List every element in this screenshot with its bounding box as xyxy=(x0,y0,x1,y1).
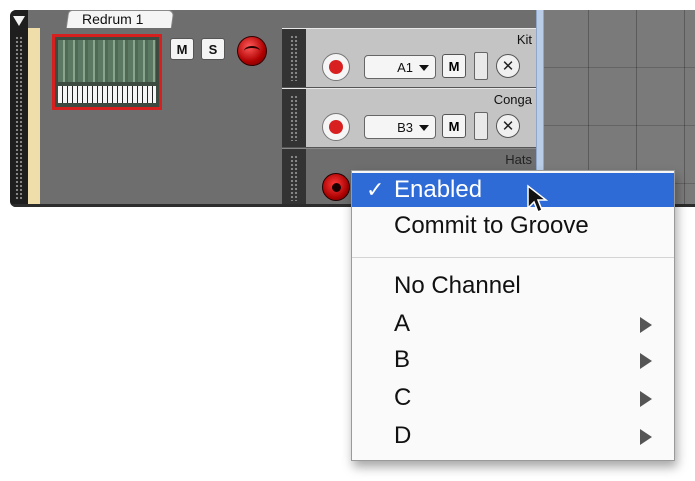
dropdown-arrow-icon xyxy=(419,65,429,71)
channel-slot[interactable] xyxy=(474,112,488,140)
menu-item-enabled[interactable]: ✓ Enabled xyxy=(352,173,674,207)
menu-item-b[interactable]: B xyxy=(352,343,674,377)
menu-item-label: D xyxy=(394,422,412,449)
grip-dots xyxy=(290,155,298,201)
record-icon xyxy=(332,183,341,192)
record-icon xyxy=(329,60,343,74)
menu-separator xyxy=(352,257,674,258)
menu-item-no-channel[interactable]: No Channel xyxy=(352,269,674,303)
note-value: B3 xyxy=(397,120,413,135)
menu-item-label: No Channel xyxy=(394,272,521,299)
menu-item-commit-to-groove[interactable]: Commit to Groove xyxy=(352,209,674,243)
menu-item-a[interactable]: A xyxy=(352,307,674,341)
device-mute-button[interactable]: M xyxy=(170,38,194,60)
drag-grip[interactable] xyxy=(15,36,23,200)
submenu-arrow-icon xyxy=(640,353,652,369)
channel-mute-button[interactable]: M xyxy=(442,114,466,138)
track-name-label: Redrum 1 xyxy=(82,11,144,27)
close-x-icon[interactable]: ✕ xyxy=(496,114,520,138)
submenu-arrow-icon xyxy=(640,391,652,407)
device-solo-button[interactable]: S xyxy=(201,38,225,60)
submenu-arrow-icon xyxy=(640,317,652,333)
channel-name: Kit xyxy=(516,32,532,47)
menu-item-label: Commit to Groove xyxy=(394,212,589,239)
checkmark-icon: ✓ xyxy=(366,177,385,202)
channel-slot[interactable] xyxy=(474,52,488,80)
channel-grip[interactable] xyxy=(282,29,306,87)
record-button-active[interactable] xyxy=(322,173,350,201)
collapse-column[interactable] xyxy=(10,10,28,207)
mouse-pointer-icon xyxy=(527,184,549,214)
keyboard-image xyxy=(58,86,156,103)
channel-grip[interactable] xyxy=(282,149,306,207)
dropdown-arrow-icon xyxy=(419,125,429,131)
menu-item-label: Enabled xyxy=(394,176,483,203)
device-activity-led xyxy=(237,36,267,66)
record-button[interactable] xyxy=(322,113,350,141)
grip-dots xyxy=(290,35,298,81)
close-x-icon[interactable]: ✕ xyxy=(496,54,520,78)
channel-grip[interactable] xyxy=(282,89,306,147)
device-front-panel-image xyxy=(58,40,156,82)
redrum-thumbnail[interactable] xyxy=(52,34,162,110)
channel-name: Hats xyxy=(505,152,532,167)
record-button[interactable] xyxy=(322,53,350,81)
channel-row-conga: Conga B3 M ✕ xyxy=(282,88,540,148)
context-menu: ✓ Enabled Commit to Groove No Channel A … xyxy=(351,170,675,461)
menu-item-label: B xyxy=(394,346,411,373)
led-icon xyxy=(244,46,260,56)
note-select[interactable]: B3 xyxy=(364,115,436,139)
channel-mute-button[interactable]: M xyxy=(442,54,466,78)
menu-item-label: A xyxy=(394,310,411,337)
submenu-arrow-icon xyxy=(640,429,652,445)
menu-item-d[interactable]: D xyxy=(352,419,674,453)
record-icon xyxy=(329,120,343,134)
channel-row-kit: Kit A1 M ✕ xyxy=(282,28,540,88)
collapse-triangle-icon[interactable] xyxy=(13,16,25,26)
note-select[interactable]: A1 xyxy=(364,55,436,79)
note-value: A1 xyxy=(397,60,413,75)
menu-item-c[interactable]: C xyxy=(352,381,674,415)
menu-item-label: C xyxy=(394,384,412,411)
channel-name: Conga xyxy=(493,92,532,107)
grip-dots xyxy=(290,95,298,141)
